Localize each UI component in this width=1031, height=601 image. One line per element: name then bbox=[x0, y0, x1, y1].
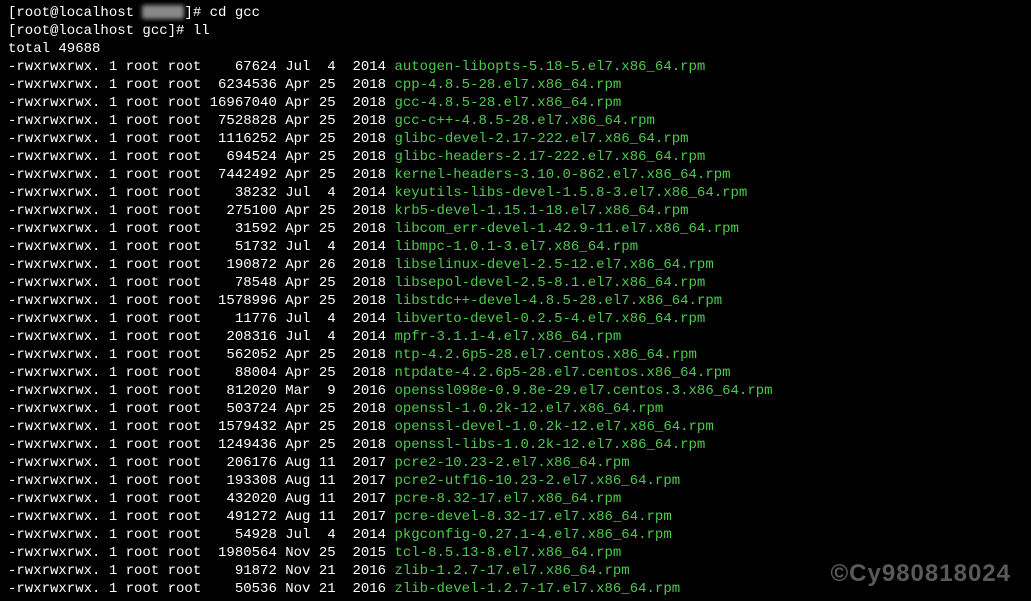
filename: libmpc-1.0.1-3.el7.x86_64.rpm bbox=[394, 239, 638, 255]
filename: pcre2-10.23-2.el7.x86_64.rpm bbox=[394, 455, 629, 471]
filename: libverto-devel-0.2.5-4.el7.x86_64.rpm bbox=[394, 311, 705, 327]
redacted-hostname bbox=[142, 5, 184, 19]
file-row: -rwxrwxrwx. 1 root root 91872 Nov 21 201… bbox=[8, 562, 1023, 580]
file-row: -rwxrwxrwx. 1 root root 193308 Aug 11 20… bbox=[8, 472, 1023, 490]
file-row: -rwxrwxrwx. 1 root root 78548 Apr 25 201… bbox=[8, 274, 1023, 292]
filename: glibc-headers-2.17-222.el7.x86_64.rpm bbox=[394, 149, 705, 165]
file-row: -rwxrwxrwx. 1 root root 1249436 Apr 25 2… bbox=[8, 436, 1023, 454]
file-row: -rwxrwxrwx. 1 root root 1578996 Apr 25 2… bbox=[8, 292, 1023, 310]
file-row: -rwxrwxrwx. 1 root root 503724 Apr 25 20… bbox=[8, 400, 1023, 418]
file-row: -rwxrwxrwx. 1 root root 31592 Apr 25 201… bbox=[8, 220, 1023, 238]
filename: ntpdate-4.2.6p5-28.el7.centos.x86_64.rpm bbox=[394, 365, 730, 381]
filename: openssl-1.0.2k-12.el7.x86_64.rpm bbox=[394, 401, 663, 417]
file-row: -rwxrwxrwx. 1 root root 67624 Jul 4 2014… bbox=[8, 58, 1023, 76]
filename: libcom_err-devel-1.42.9-11.el7.x86_64.rp… bbox=[394, 221, 738, 237]
filename: autogen-libopts-5.18-5.el7.x86_64.rpm bbox=[394, 59, 705, 75]
file-row: -rwxrwxrwx. 1 root root 1980564 Nov 25 2… bbox=[8, 544, 1023, 562]
filename: pkgconfig-0.27.1-4.el7.x86_64.rpm bbox=[394, 527, 671, 543]
terminal-output[interactable]: [root@localhost ]# cd gcc[root@localhost… bbox=[8, 4, 1023, 598]
filename: openssl-devel-1.0.2k-12.el7.x86_64.rpm bbox=[394, 419, 713, 435]
filename: cpp-4.8.5-28.el7.x86_64.rpm bbox=[394, 77, 621, 93]
file-row: -rwxrwxrwx. 1 root root 491272 Aug 11 20… bbox=[8, 508, 1023, 526]
filename: zlib-devel-1.2.7-17.el7.x86_64.rpm bbox=[394, 581, 680, 597]
filename: libsepol-devel-2.5-8.1.el7.x86_64.rpm bbox=[394, 275, 705, 291]
file-row: -rwxrwxrwx. 1 root root 562052 Apr 25 20… bbox=[8, 346, 1023, 364]
file-row: -rwxrwxrwx. 1 root root 694524 Apr 25 20… bbox=[8, 148, 1023, 166]
file-row: -rwxrwxrwx. 1 root root 1579432 Apr 25 2… bbox=[8, 418, 1023, 436]
file-row: -rwxrwxrwx. 1 root root 6234536 Apr 25 2… bbox=[8, 76, 1023, 94]
filename: tcl-8.5.13-8.el7.x86_64.rpm bbox=[394, 545, 621, 561]
filename: libstdc++-devel-4.8.5-28.el7.x86_64.rpm bbox=[394, 293, 722, 309]
file-row: -rwxrwxrwx. 1 root root 1116252 Apr 25 2… bbox=[8, 130, 1023, 148]
filename: glibc-devel-2.17-222.el7.x86_64.rpm bbox=[394, 131, 688, 147]
file-row: -rwxrwxrwx. 1 root root 208316 Jul 4 201… bbox=[8, 328, 1023, 346]
filename: krb5-devel-1.15.1-18.el7.x86_64.rpm bbox=[394, 203, 688, 219]
filename: openssl-libs-1.0.2k-12.el7.x86_64.rpm bbox=[394, 437, 705, 453]
file-row: -rwxrwxrwx. 1 root root 16967040 Apr 25 … bbox=[8, 94, 1023, 112]
filename: gcc-4.8.5-28.el7.x86_64.rpm bbox=[394, 95, 621, 111]
file-row: -rwxrwxrwx. 1 root root 206176 Aug 11 20… bbox=[8, 454, 1023, 472]
file-row: -rwxrwxrwx. 1 root root 432020 Aug 11 20… bbox=[8, 490, 1023, 508]
filename: mpfr-3.1.1-4.el7.x86_64.rpm bbox=[394, 329, 621, 345]
total-line: total 49688 bbox=[8, 40, 1023, 58]
file-row: -rwxrwxrwx. 1 root root 51732 Jul 4 2014… bbox=[8, 238, 1023, 256]
file-row: -rwxrwxrwx. 1 root root 88004 Apr 25 201… bbox=[8, 364, 1023, 382]
file-row: -rwxrwxrwx. 1 root root 54928 Jul 4 2014… bbox=[8, 526, 1023, 544]
filename: pcre-devel-8.32-17.el7.x86_64.rpm bbox=[394, 509, 671, 525]
file-row: -rwxrwxrwx. 1 root root 190872 Apr 26 20… bbox=[8, 256, 1023, 274]
file-row: -rwxrwxrwx. 1 root root 50536 Nov 21 201… bbox=[8, 580, 1023, 598]
prompt-line: [root@localhost gcc]# ll bbox=[8, 22, 1023, 40]
filename: pcre-8.32-17.el7.x86_64.rpm bbox=[394, 491, 621, 507]
filename: kernel-headers-3.10.0-862.el7.x86_64.rpm bbox=[394, 167, 730, 183]
filename: pcre2-utf16-10.23-2.el7.x86_64.rpm bbox=[394, 473, 680, 489]
file-row: -rwxrwxrwx. 1 root root 7528828 Apr 25 2… bbox=[8, 112, 1023, 130]
filename: libselinux-devel-2.5-12.el7.x86_64.rpm bbox=[394, 257, 713, 273]
prompt-line: [root@localhost ]# cd gcc bbox=[8, 4, 1023, 22]
filename: zlib-1.2.7-17.el7.x86_64.rpm bbox=[394, 563, 629, 579]
file-row: -rwxrwxrwx. 1 root root 812020 Mar 9 201… bbox=[8, 382, 1023, 400]
filename: ntp-4.2.6p5-28.el7.centos.x86_64.rpm bbox=[394, 347, 696, 363]
file-row: -rwxrwxrwx. 1 root root 7442492 Apr 25 2… bbox=[8, 166, 1023, 184]
file-row: -rwxrwxrwx. 1 root root 38232 Jul 4 2014… bbox=[8, 184, 1023, 202]
filename: openssl098e-0.9.8e-29.el7.centos.3.x86_6… bbox=[394, 383, 772, 399]
filename: keyutils-libs-devel-1.5.8-3.el7.x86_64.r… bbox=[394, 185, 747, 201]
file-row: -rwxrwxrwx. 1 root root 11776 Jul 4 2014… bbox=[8, 310, 1023, 328]
filename: gcc-c++-4.8.5-28.el7.x86_64.rpm bbox=[394, 113, 654, 129]
file-row: -rwxrwxrwx. 1 root root 275100 Apr 25 20… bbox=[8, 202, 1023, 220]
